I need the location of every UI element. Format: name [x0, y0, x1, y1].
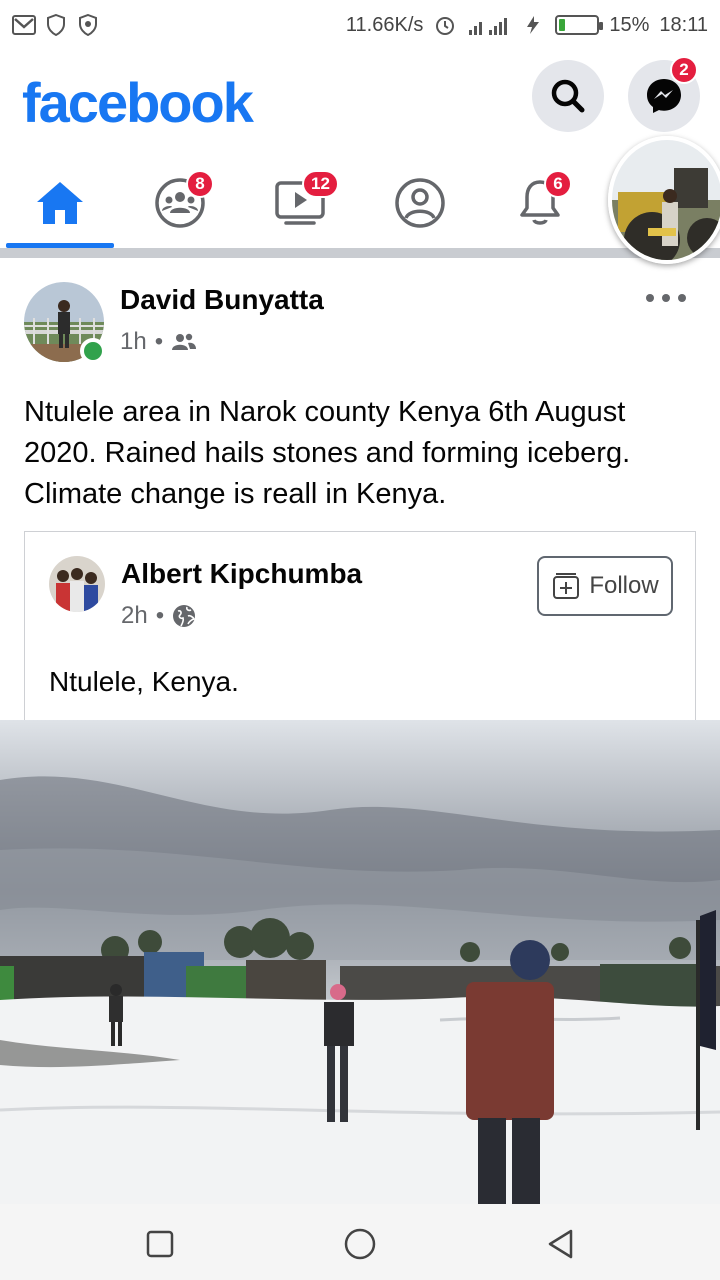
follow-button[interactable]: Follow [537, 556, 673, 616]
recents-square-icon [146, 1230, 174, 1258]
post-meta: 1h • [120, 328, 197, 356]
shared-avatar-image [49, 556, 105, 612]
shared-author-name[interactable]: Albert Kipchumba [121, 558, 362, 590]
groups-badge: 8 [186, 170, 214, 198]
friends-icon [172, 333, 197, 350]
post-text: Ntulele area in Narok county Kenya 6th A… [24, 396, 631, 510]
messenger-badge: 2 [670, 56, 698, 84]
gmail-icon [12, 14, 36, 36]
shield-badge-icon [76, 14, 100, 36]
hailstorm-photo [0, 720, 720, 1204]
signal-icon [467, 14, 511, 36]
shared-author-avatar[interactable] [49, 556, 105, 612]
system-nav-bar [0, 1204, 720, 1280]
online-status-dot [80, 338, 106, 364]
recents-button[interactable] [140, 1224, 180, 1264]
app-header: facebook 2 [0, 50, 720, 150]
profile-icon [395, 178, 445, 228]
network-speed: 11.66K/s [345, 13, 424, 36]
shield-icon [44, 14, 68, 36]
search-icon [551, 79, 585, 113]
globe-icon [173, 605, 196, 627]
search-button[interactable] [532, 60, 604, 132]
meta-separator: • [154, 328, 164, 355]
charging-icon [521, 14, 545, 36]
profile-photo-image [612, 140, 720, 260]
messenger-button[interactable]: 2 [628, 56, 700, 132]
home-circle-icon [344, 1228, 376, 1260]
notifications-badge: 6 [544, 170, 572, 198]
shared-meta: 2h • [121, 602, 196, 630]
battery-percent: 15% [609, 13, 650, 36]
tab-groups[interactable]: 8 [130, 168, 230, 238]
battery-icon [555, 15, 604, 35]
shared-post-card[interactable]: Albert Kipchumba 2h • Follow Ntulele, Ke… [24, 531, 696, 731]
follow-label: Follow [589, 572, 659, 599]
status-bar: 11.66K/s 15% 18:11 [0, 0, 720, 50]
floating-profile-photo[interactable] [608, 136, 720, 264]
home-icon [37, 182, 83, 224]
post-author-name[interactable]: David Bunyatta [120, 284, 324, 316]
post-photo[interactable] [0, 720, 720, 1204]
clock: 18:11 [659, 13, 708, 36]
tab-profile[interactable] [370, 168, 470, 238]
tab-watch[interactable]: 12 [250, 168, 350, 238]
post-more-options-button[interactable] [646, 286, 686, 310]
back-button[interactable] [540, 1224, 580, 1264]
facebook-logo[interactable]: facebook [22, 70, 254, 135]
shared-post-text: Ntulele, Kenya. [49, 666, 239, 697]
follow-page-icon [553, 573, 580, 599]
shared-meta-separator: • [155, 602, 165, 629]
back-triangle-icon [548, 1229, 573, 1259]
watch-badge: 12 [302, 170, 339, 198]
post-header: David Bunyatta 1h • [0, 270, 720, 380]
shared-time[interactable]: 2h [121, 602, 148, 630]
tab-home[interactable] [10, 168, 110, 238]
divider [0, 248, 720, 258]
tab-notifications[interactable]: 6 [490, 168, 590, 238]
alarm-icon [433, 14, 457, 36]
post-time[interactable]: 1h [120, 328, 147, 356]
battery-level [559, 19, 565, 31]
home-nav-button[interactable] [340, 1224, 380, 1264]
